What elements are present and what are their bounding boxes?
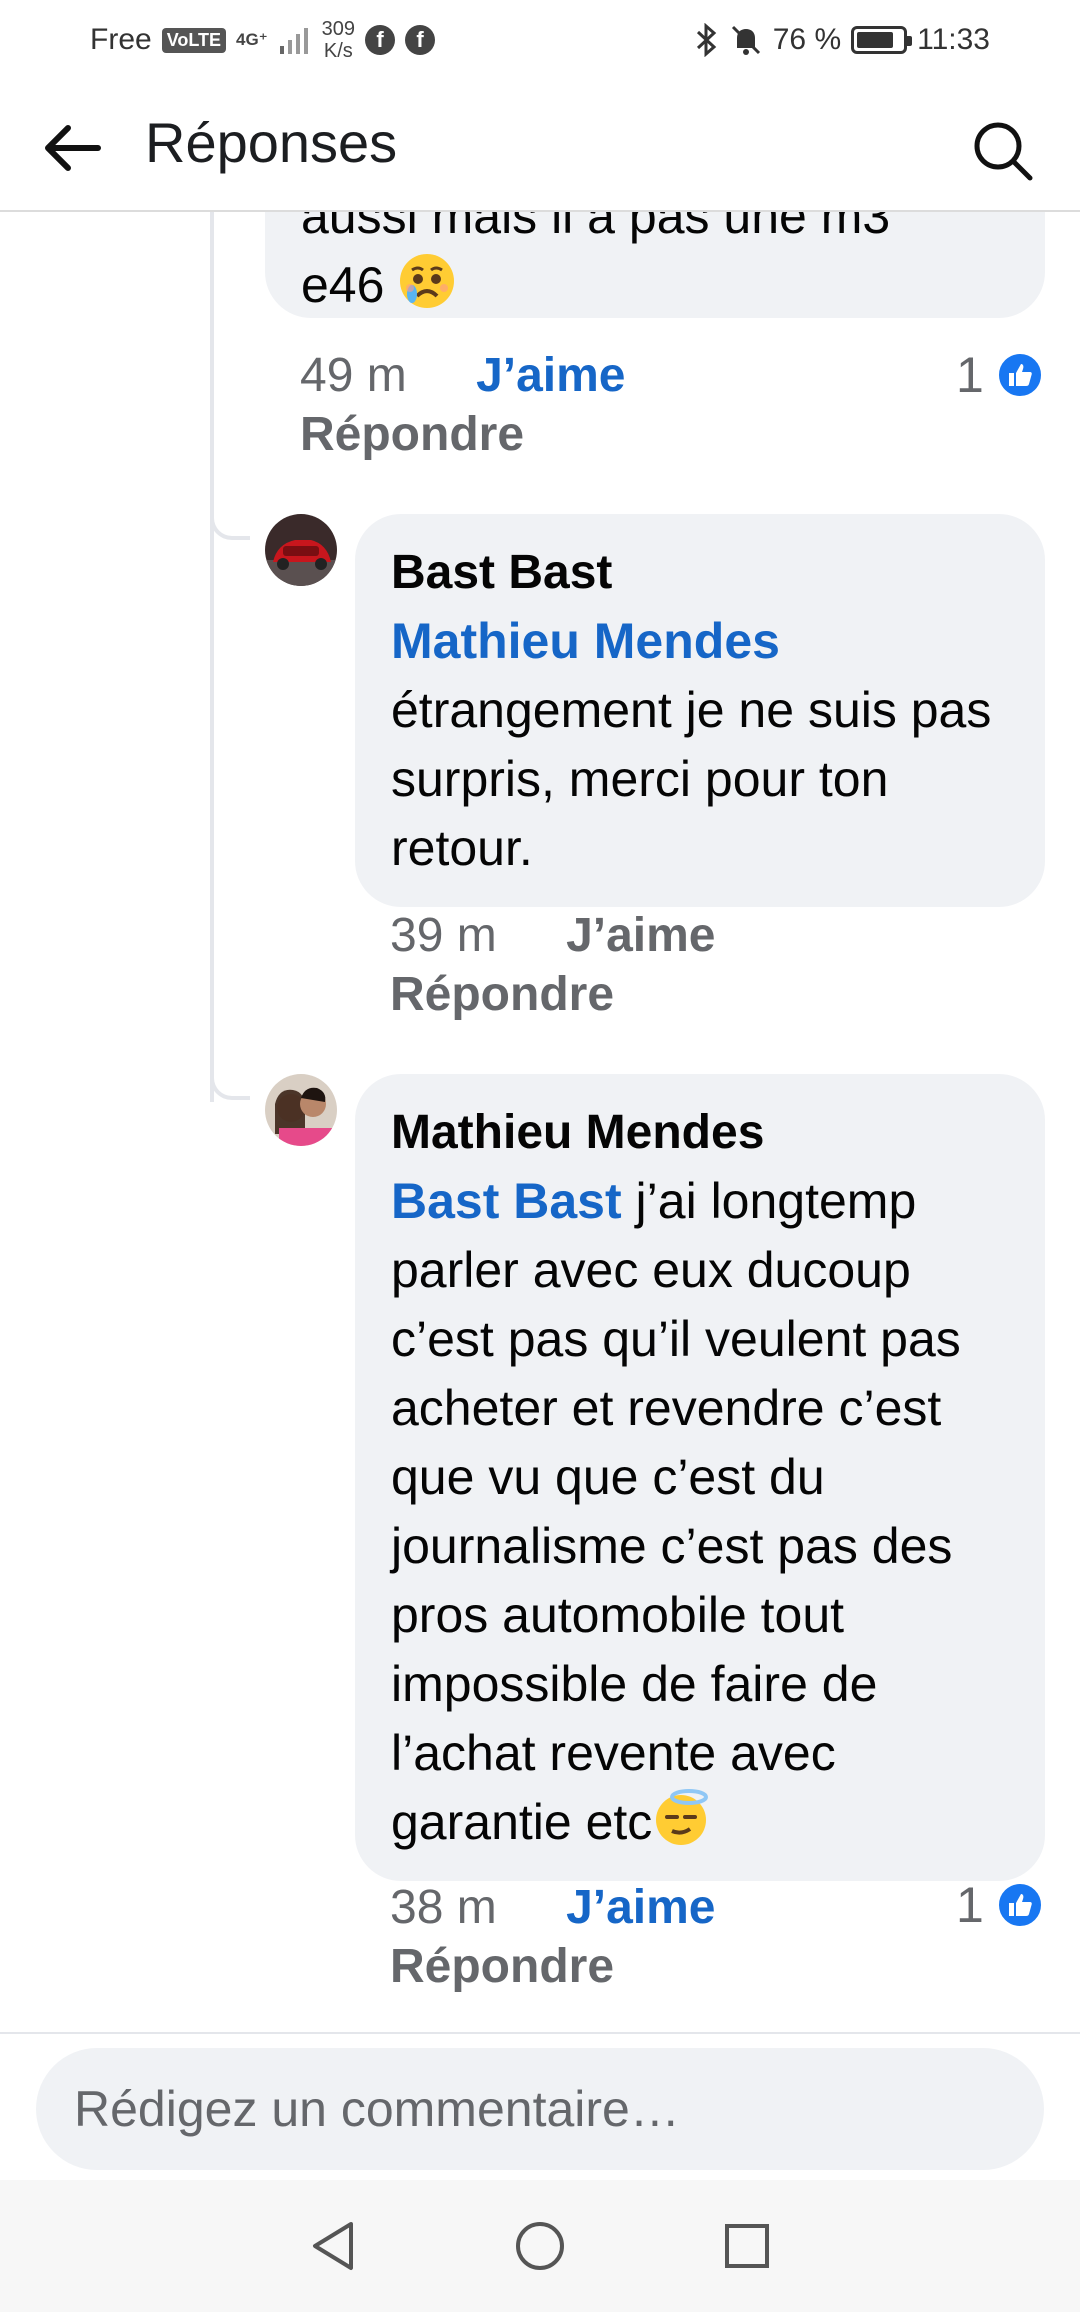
- avatar[interactable]: [265, 1074, 337, 1146]
- system-navigation-bar: [0, 2180, 1080, 2312]
- network-speed-value: 309: [321, 18, 356, 40]
- avatar[interactable]: [265, 514, 337, 586]
- reply-button[interactable]: Répondre: [390, 967, 716, 1022]
- composer-bar: Rédigez un commentaire…: [0, 2032, 1080, 2180]
- like-button[interactable]: J’aime: [566, 909, 715, 962]
- page: Free VoLTE 4G⁺ 309 K/s f f 76 % 11:33 Ré…: [0, 0, 1080, 2312]
- clock: 11:33: [917, 23, 990, 56]
- comment-text: e46: [301, 257, 385, 313]
- search-icon: [974, 122, 1033, 181]
- search-button[interactable]: [968, 116, 1038, 186]
- arrow-left-icon: [45, 125, 101, 171]
- reaction-count: 1: [956, 1877, 984, 1933]
- crying-face-emoji: [400, 254, 455, 308]
- reaction-count: 1: [956, 347, 984, 403]
- comment-bubble[interactable]: Bast Bast Mathieu Mendes étrangement je …: [355, 514, 1045, 907]
- reply-button[interactable]: Répondre: [390, 1939, 716, 1994]
- triangle-back-icon: [313, 2222, 354, 2270]
- facebook-notification-icon-2: f: [405, 25, 436, 55]
- header: Réponses: [0, 80, 1080, 212]
- comment-thread: aussi mais il a pas une m3 e46 49 m J’ai…: [0, 212, 1080, 2032]
- battery-percent: 76 %: [772, 23, 842, 56]
- comment-text: aussi mais il a pas une m3: [301, 212, 891, 244]
- network-speed: 309 K/s: [322, 18, 355, 62]
- comment-bubble[interactable]: aussi mais il a pas une m3 e46: [265, 212, 1045, 318]
- comment-text: étrangement je ne suis pas surpris, merc…: [391, 682, 992, 876]
- nav-recents-button[interactable]: [715, 2214, 779, 2278]
- thumbs-up-icon: [995, 351, 1044, 399]
- thread-connector: [210, 1060, 250, 1100]
- page-title: Réponses: [145, 111, 398, 174]
- facebook-notification-icon: f: [365, 25, 396, 55]
- network-indicator: 4G⁺: [236, 30, 268, 49]
- reply-button[interactable]: Répondre: [300, 407, 626, 462]
- like-button[interactable]: J’aime: [476, 349, 625, 402]
- comment-text: j’ai longtemp parler avec eux ducoup c’e…: [391, 1173, 961, 1850]
- comment-actions: 38 m J’aime Répondre: [390, 1880, 716, 1994]
- comment-actions: 49 m J’aime Répondre: [300, 348, 626, 462]
- comment-time: 38 m: [390, 1881, 497, 1934]
- comment-actions: 39 m J’aime Répondre: [390, 908, 716, 1022]
- mention-link[interactable]: Mathieu Mendes: [391, 613, 780, 669]
- thread-line: [210, 212, 214, 1102]
- face-with-halo-emoji: [656, 1789, 709, 1845]
- comment-author[interactable]: Bast Bast: [391, 538, 1009, 607]
- square-recents-icon: [724, 2224, 769, 2268]
- nav-back-button[interactable]: [301, 2214, 365, 2278]
- comment-input[interactable]: Rédigez un commentaire…: [36, 2048, 1044, 2170]
- circle-home-icon: [515, 2222, 564, 2270]
- volte-badge: VoLTE: [161, 27, 227, 53]
- battery-icon: [851, 26, 913, 54]
- comment-input-placeholder: Rédigez un commentaire…: [74, 2081, 680, 2137]
- reaction-summary[interactable]: 1: [956, 1876, 1044, 1934]
- signal-icon: [279, 28, 308, 54]
- status-left: Free VoLTE 4G⁺ 309 K/s f f: [90, 18, 436, 62]
- reaction-summary[interactable]: 1: [956, 346, 1044, 404]
- back-button[interactable]: [40, 116, 104, 180]
- mention-link[interactable]: Bast Bast: [391, 1173, 622, 1229]
- bell-muted-icon: [731, 25, 760, 55]
- like-button[interactable]: J’aime: [566, 1881, 715, 1934]
- comment-author[interactable]: Mathieu Mendes: [391, 1098, 1009, 1167]
- comment-time: 39 m: [390, 909, 497, 962]
- thread-connector: [210, 500, 250, 540]
- comment-bubble[interactable]: Mathieu Mendes Bast Bast j’ai longtemp p…: [355, 1074, 1045, 1881]
- network-speed-unit: K/s: [323, 40, 353, 62]
- status-right: 76 % 11:33: [695, 23, 990, 57]
- thumbs-up-icon: [995, 1881, 1044, 1929]
- bluetooth-icon: [696, 23, 716, 57]
- nav-home-button[interactable]: [508, 2214, 572, 2278]
- status-bar: Free VoLTE 4G⁺ 309 K/s f f 76 % 11:33: [0, 0, 1080, 80]
- comment-time: 49 m: [300, 349, 407, 402]
- carrier-label: Free: [90, 23, 152, 56]
